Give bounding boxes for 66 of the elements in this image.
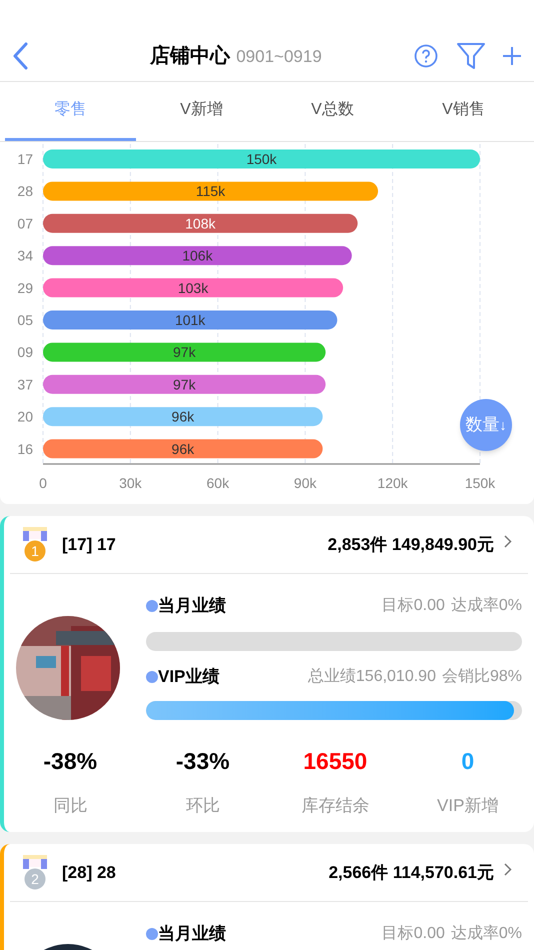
filter-icon <box>456 42 486 70</box>
axis-label: 07 <box>17 215 33 232</box>
store-totals: 2,566件 114,570.61元 <box>328 862 494 884</box>
tab[interactable]: V新增 <box>136 82 267 141</box>
total-text: 总业绩156,010.90 <box>308 666 436 687</box>
stat-label: VIP新增 <box>437 794 498 816</box>
filter-button[interactable] <box>456 42 486 70</box>
store-totals: 2,853件 149,849.90元 <box>328 534 494 556</box>
bar-value: 108k <box>185 215 216 232</box>
bar-value: 97k <box>173 376 196 392</box>
stat-value: 0 <box>461 747 474 776</box>
axis-label: 120k <box>377 475 408 491</box>
axis-label: 05 <box>17 312 33 328</box>
stat-label: 环比 <box>186 794 220 816</box>
bullet-icon <box>146 671 158 683</box>
bar-value: 106k <box>182 248 213 264</box>
axis-label: 30k <box>119 475 142 491</box>
bar-value: 101k <box>174 312 206 328</box>
bar-value: 150k <box>246 151 277 167</box>
chevron-right-icon <box>504 535 512 548</box>
store-name: [17] 17 <box>62 534 116 556</box>
target-text: 目标0.00 <box>382 924 445 944</box>
axis-label: 34 <box>17 248 33 264</box>
bar-value: 96k <box>172 440 194 457</box>
page-title: 店铺中心 <box>150 44 230 68</box>
plus-icon <box>502 46 522 66</box>
chevron-right-icon <box>504 863 512 876</box>
axis-label: 09 <box>17 344 33 360</box>
stat-value: -38% <box>43 747 98 776</box>
help-button[interactable] <box>414 44 438 68</box>
axis-label: 20 <box>17 408 33 425</box>
bar-value: 96k <box>172 408 194 425</box>
target-text: 目标0.00 <box>382 596 445 616</box>
rate-text: 达成率0% <box>450 924 522 944</box>
bullet-icon <box>146 928 158 940</box>
back-icon <box>12 42 28 70</box>
stat-label: 同比 <box>53 794 88 816</box>
tab[interactable]: V销售 <box>398 82 529 141</box>
bar-value: 97k <box>173 344 196 360</box>
section-label: VIP业绩 <box>158 666 220 688</box>
section-label: 当月业绩 <box>158 595 226 618</box>
stat-value: 16550 <box>303 747 368 776</box>
store-card[interactable]: 2 [28] 28 2,566件 114,570.61元 当月业绩 目标0.00 达成率0% <box>0 844 534 950</box>
store-name: [28] 28 <box>62 862 116 884</box>
bar-value: 115k <box>196 183 226 200</box>
date-range: 0901~0919 <box>236 46 322 68</box>
axis-label: 37 <box>17 376 33 392</box>
help-icon <box>414 44 438 68</box>
axis-label: 0 <box>39 475 47 491</box>
axis-label: 60k <box>206 475 230 491</box>
axis-label: 150k <box>464 475 496 491</box>
axis-label: 29 <box>17 280 33 296</box>
bullet-icon <box>146 600 158 612</box>
bar-value: 103k <box>178 280 208 296</box>
stat-label: 库存结余 <box>301 794 370 816</box>
stat-value: -33% <box>176 747 230 776</box>
section-label: 当月业绩 <box>158 923 226 946</box>
axis-label: 90k <box>294 475 316 491</box>
add-button[interactable] <box>502 46 522 66</box>
rate-text: 达成率0% <box>450 596 522 616</box>
axis-label: 28 <box>17 183 33 200</box>
axis-label: 16 <box>17 440 33 457</box>
axis-label: 17 <box>17 151 33 167</box>
ratio-text: 会销比98% <box>442 666 522 687</box>
tab[interactable]: V总数 <box>267 82 398 141</box>
store-card[interactable]: 1 [17] 17 2,853件 149,849.90元 当月业绩 目标0.00 达成率0% VIP业绩 总业绩156,010.90 会销比98% -38% 同比 -33% 环比 16550 库存结余 0 VIP新增 <box>0 516 534 832</box>
